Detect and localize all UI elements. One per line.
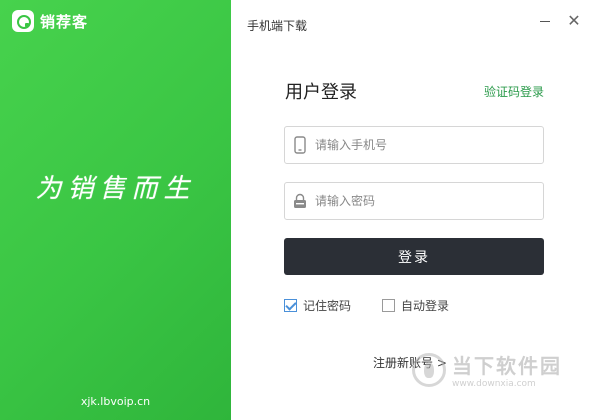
watermark-logo-icon (412, 352, 446, 387)
phone-field[interactable] (284, 126, 544, 164)
slogan: 为销售而生 (35, 174, 196, 204)
minimize-button[interactable] (534, 10, 556, 32)
login-title: 用户登录 (285, 82, 357, 103)
brand-logo-icon (12, 10, 34, 32)
checkbox-checked-icon[interactable] (284, 299, 297, 312)
watermark: 当下软件园 www.downxia.com (412, 350, 562, 389)
phone-input[interactable] (315, 127, 543, 163)
phone-icon (285, 136, 315, 154)
remember-password-checkbox[interactable]: 记住密码 (284, 297, 351, 314)
password-field[interactable] (284, 182, 544, 220)
brand: 销荐客 (12, 10, 88, 32)
close-icon: ✕ (567, 11, 581, 30)
password-input[interactable] (315, 183, 543, 219)
watermark-name: 当下软件园 (452, 354, 562, 378)
site-url: xjk.lbvoip.cn (80, 395, 151, 408)
brand-name: 销荐客 (40, 12, 89, 31)
auto-login-checkbox[interactable]: 自动登录 (382, 297, 449, 314)
remember-password-label: 记住密码 (303, 299, 352, 313)
minimize-icon (540, 21, 550, 22)
code-login-link[interactable]: 验证码登录 (484, 83, 544, 100)
close-button[interactable]: ✕ (563, 10, 585, 32)
auto-login-label: 自动登录 (401, 299, 450, 313)
brand-panel: 销荐客 为销售而生 xjk.lbvoip.cn (0, 0, 231, 420)
checkbox-unchecked-icon[interactable] (382, 299, 395, 312)
login-button[interactable]: 登录 (284, 238, 544, 275)
watermark-url: www.downxia.com (452, 379, 536, 389)
lock-icon (285, 193, 315, 209)
mobile-download-link[interactable]: 手机端下载 (247, 17, 307, 34)
